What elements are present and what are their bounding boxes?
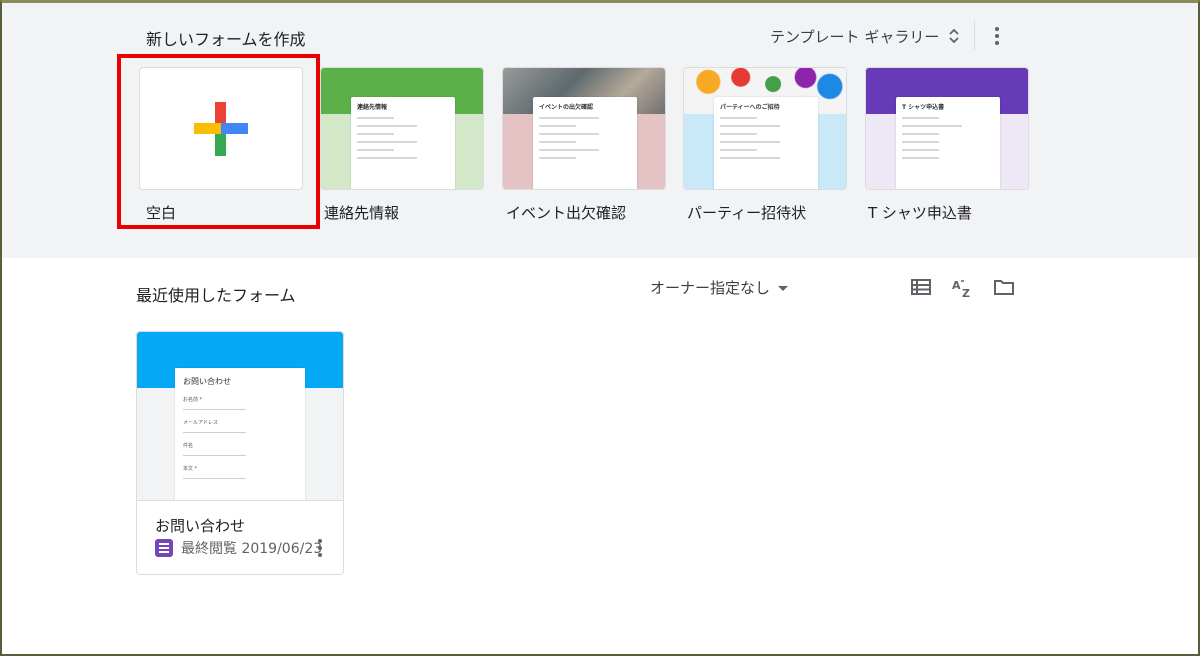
last-opened-date: 最終閲覧 2019/06/23 (181, 541, 323, 557)
form-meta: 最終閲覧 2019/06/23 (155, 538, 322, 558)
template-contact-info[interactable]: 連絡先情報 (320, 67, 484, 190)
card-more-vert-icon[interactable] (313, 538, 327, 558)
owner-filter-dropdown[interactable]: オーナー指定なし (650, 277, 789, 298)
template-preview: T シャツ申込書 (896, 97, 1000, 189)
create-section-title: 新しいフォームを作成 (146, 30, 306, 49)
list-view-icon[interactable] (911, 278, 931, 296)
template-gallery-button[interactable]: テンプレート ギャラリー (770, 24, 959, 48)
template-label-contact-info: 連絡先情報 (324, 204, 400, 222)
unfold-icon (949, 28, 959, 44)
template-preview: パーティーへのご招待 (714, 97, 818, 189)
recent-form-card[interactable]: お問い合わせ お名前 * メールアドレス 件名 本文 * お問い合わせ 最終閲覧… (136, 331, 344, 575)
template-gallery-label: テンプレート ギャラリー (770, 27, 940, 46)
template-event-rsvp[interactable]: イベントの出欠確認 (502, 67, 666, 190)
more-vert-icon[interactable] (990, 24, 1004, 48)
forms-icon (155, 539, 173, 557)
template-party-invite[interactable]: パーティーへのご招待 (683, 67, 847, 190)
toolbar-divider (974, 20, 975, 50)
template-label-event-rsvp: イベント出欠確認 (506, 204, 627, 222)
template-preview: 連絡先情報 (351, 97, 455, 189)
svg-text:A: A (952, 279, 961, 292)
template-label-tshirt-order: T シャツ申込書 (868, 204, 972, 222)
svg-text:Z: Z (962, 287, 970, 298)
sort-az-icon[interactable]: A Z (952, 278, 974, 300)
folder-icon[interactable] (993, 278, 1015, 296)
form-thumbnail: お問い合わせ お名前 * メールアドレス 件名 本文 * (137, 332, 343, 500)
form-name: お問い合わせ (155, 517, 246, 535)
owner-filter-label: オーナー指定なし (650, 279, 771, 297)
template-preview: イベントの出欠確認 (533, 97, 637, 189)
template-label-party-invite: パーティー招待状 (687, 204, 807, 222)
template-tshirt-order[interactable]: T シャツ申込書 (865, 67, 1029, 190)
dropdown-arrow-icon (778, 286, 789, 291)
recent-forms-title: 最近使用したフォーム (136, 286, 296, 305)
blank-template-highlight (117, 54, 320, 229)
